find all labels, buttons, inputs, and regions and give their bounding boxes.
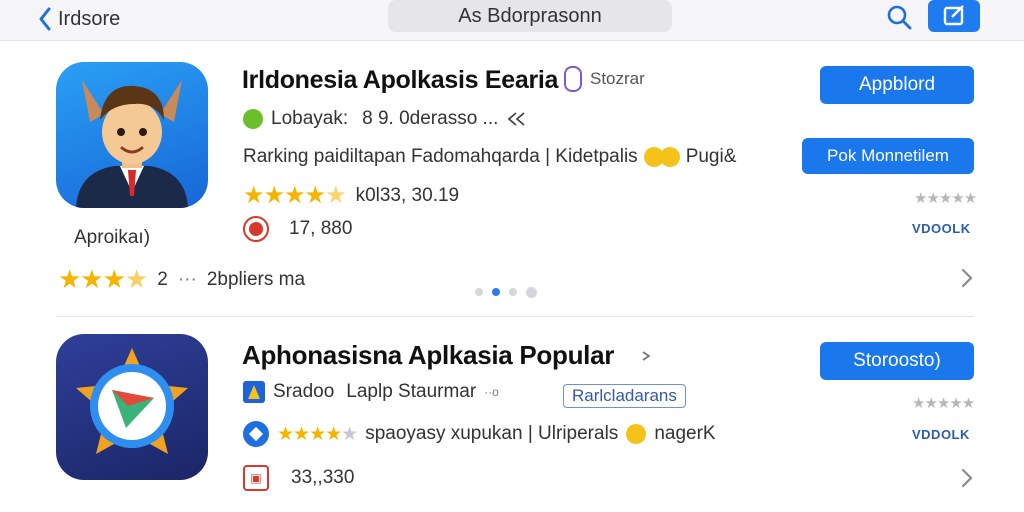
search-field[interactable]: As Bdorprasonn xyxy=(388,0,672,32)
user-rating-text: 2bpliers ma xyxy=(206,268,306,290)
description-extra: Pugi& xyxy=(685,145,737,167)
share-arrows-icon xyxy=(507,112,525,126)
developer-extra: 8 9. 0derasso ... xyxy=(362,108,499,129)
rating-stars-icon: ★★★★★ xyxy=(243,182,347,209)
search-icon[interactable] xyxy=(885,3,913,31)
page-dot[interactable] xyxy=(509,288,517,296)
app-icon-avatar[interactable] xyxy=(56,62,208,208)
developer-logo-icon xyxy=(243,381,265,403)
side-label[interactable]: VDDOLK xyxy=(912,427,970,442)
rating-row: ★★★★★ k0l33, 30.19 xyxy=(243,181,459,210)
downloads-row: ▣ 33,,330 xyxy=(243,465,354,491)
page-dot[interactable] xyxy=(475,288,483,296)
page-dot[interactable] xyxy=(526,287,537,298)
emoji-faces-icon xyxy=(643,145,680,168)
developer-extra: Laplp Staurmar xyxy=(346,381,477,402)
developer-name[interactable]: Lobayak: xyxy=(271,108,348,130)
page-indicator[interactable] xyxy=(475,287,537,298)
description-row: Rarking paidiltapan Fadomahqarda | Kidet… xyxy=(243,145,736,168)
get-button[interactable]: Storoosto) xyxy=(820,342,974,380)
compose-button[interactable] xyxy=(928,0,980,32)
app-icon-messenger[interactable] xyxy=(56,334,208,480)
small-rating-stars-icon: ★★★★★ xyxy=(912,395,975,412)
app-title[interactable]: Aphonasisna Aplkasia Popular xyxy=(242,340,614,371)
user-rating-count: 2 xyxy=(157,268,168,290)
secondary-action-button[interactable]: Pok Monnetilem xyxy=(802,138,974,174)
chevron-right-icon[interactable] xyxy=(960,467,974,489)
developer-row: Lobayak: 8 9. 0derasso ... xyxy=(243,108,528,130)
businessman-cat-icon xyxy=(76,80,188,208)
title-tag-label: Stozrar xyxy=(590,69,645,88)
back-label: Irdsore xyxy=(58,7,121,30)
page-dot-active[interactable] xyxy=(492,288,500,296)
download-button-label: Appblord xyxy=(858,74,936,95)
section-divider xyxy=(56,316,974,317)
ellipsis-icon: ··o xyxy=(484,385,499,399)
category-tag[interactable]: Rarlcladarans xyxy=(563,384,686,408)
downloads-row: 17, 880 xyxy=(243,216,352,242)
app-description: spaoyasy xupukan | Ulriperals xyxy=(365,423,619,444)
download-button[interactable]: Appblord xyxy=(820,66,974,104)
developer-row: Sradoo Laplp Staurmar ··o xyxy=(243,381,499,403)
title-arrow-icon xyxy=(642,351,651,361)
chevron-right-icon[interactable] xyxy=(960,267,974,289)
user-rating-row: ★★★★ 2 ··· 2bpliers ma xyxy=(58,264,305,295)
get-button-label: Storoosto) xyxy=(853,350,941,371)
store-badge-icon: ▣ xyxy=(243,465,269,491)
chevron-left-icon xyxy=(39,7,51,31)
app-title[interactable]: Irldonesia Apolkasis Eearia xyxy=(242,66,558,95)
compose-icon xyxy=(943,5,964,26)
download-count: 17, 880 xyxy=(289,218,353,239)
icon-caption: Aproikaı) xyxy=(74,227,151,248)
top-navigation-bar: Irdsore As Bdorprasonn xyxy=(0,0,1024,41)
search-text: As Bdorprasonn xyxy=(458,4,602,27)
developer-name[interactable]: Sradoo xyxy=(273,381,334,403)
globe-badge-icon xyxy=(243,216,269,242)
ellipsis-icon: ··· xyxy=(177,268,197,290)
paper-plane-icon xyxy=(76,348,188,454)
compass-icon xyxy=(243,421,269,447)
description-extra: nagerK xyxy=(654,423,716,444)
download-count: 33,,330 xyxy=(291,467,355,488)
small-rating-stars-icon: ★★★★★ xyxy=(914,190,977,207)
side-label[interactable]: VDOOLK xyxy=(912,221,971,236)
emoji-face-icon xyxy=(626,424,647,444)
tag-pill-icon xyxy=(564,66,582,92)
rating-stars-icon: ★★★★★ xyxy=(277,423,358,445)
developer-badge-icon xyxy=(243,109,263,129)
rating-text: k0l33, 30.19 xyxy=(355,184,460,206)
back-button[interactable]: Irdsore xyxy=(38,6,120,32)
app-description: Rarking paidiltapan Fadomahqarda | Kidet… xyxy=(243,145,638,167)
secondary-button-label: Pok Monnetilem xyxy=(827,146,949,165)
user-rating-stars-icon: ★★★★ xyxy=(58,264,148,294)
description-row: ★★★★★ spaoyasy xupukan | Ulriperals nage… xyxy=(243,421,716,447)
title-tag: Stozrar xyxy=(564,66,645,92)
